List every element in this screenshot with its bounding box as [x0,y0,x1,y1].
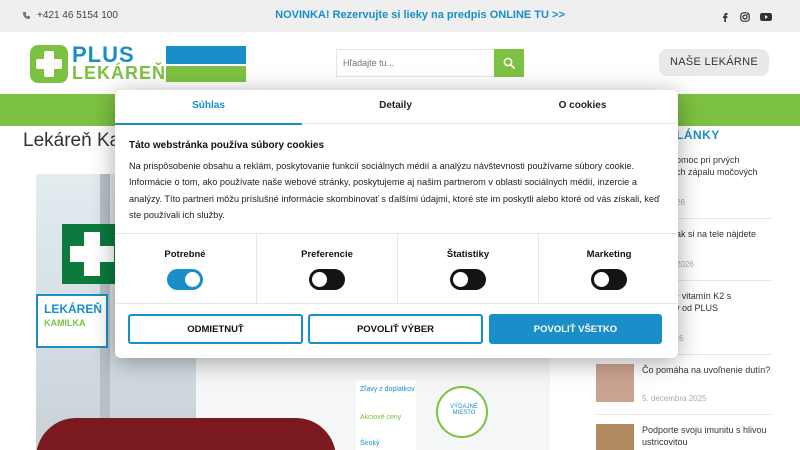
toggle-label: Štatistiky [446,249,490,260]
tab-suhlas[interactable]: Súhlas [115,90,302,125]
toggle-group-statistiky: Štatistiky [397,234,537,304]
toggle-label: Marketing [586,249,632,260]
toggle-knob [453,272,468,287]
allow-all-button[interactable]: POVOLIŤ VŠETKO [489,314,662,344]
cookie-consent-dialog: Súhlas Detaily O cookies Táto webstránka… [115,90,678,358]
toggle-potrebne[interactable] [167,269,203,290]
toggle-label: Potrebné [164,249,206,260]
tab-o-cookies[interactable]: O cookies [489,90,676,124]
cookie-title: Táto webstránka používa súbory cookies [129,140,325,151]
cookie-description: Na prispôsobenie obsahu a reklám, poskyt… [129,161,660,221]
cookie-tabs: Súhlas Detaily O cookies [115,90,678,125]
toggle-group-marketing: Marketing [538,234,678,304]
tab-detaily[interactable]: Detaily [302,90,489,124]
toggle-group-potrebne: Potrebné [115,234,255,304]
toggle-statistiky[interactable] [450,269,486,290]
toggle-knob [312,272,327,287]
toggle-group-preferencie: Preferencie [256,234,396,304]
toggle-marketing[interactable] [591,269,627,290]
cookie-buttons: ODMIETNUŤ POVOLIŤ VÝBER POVOLIŤ VŠETKO [128,314,664,344]
toggle-knob [594,272,609,287]
toggle-preferencie[interactable] [309,269,345,290]
toggle-label: Preferencie [301,249,353,260]
toggle-knob [185,272,200,287]
cookie-category-toggles: Potrebné Preferencie Štatistiky Marketin… [115,233,678,304]
allow-selection-button[interactable]: POVOLIŤ VÝBER [308,314,483,344]
deny-button[interactable]: ODMIETNUŤ [128,314,303,344]
